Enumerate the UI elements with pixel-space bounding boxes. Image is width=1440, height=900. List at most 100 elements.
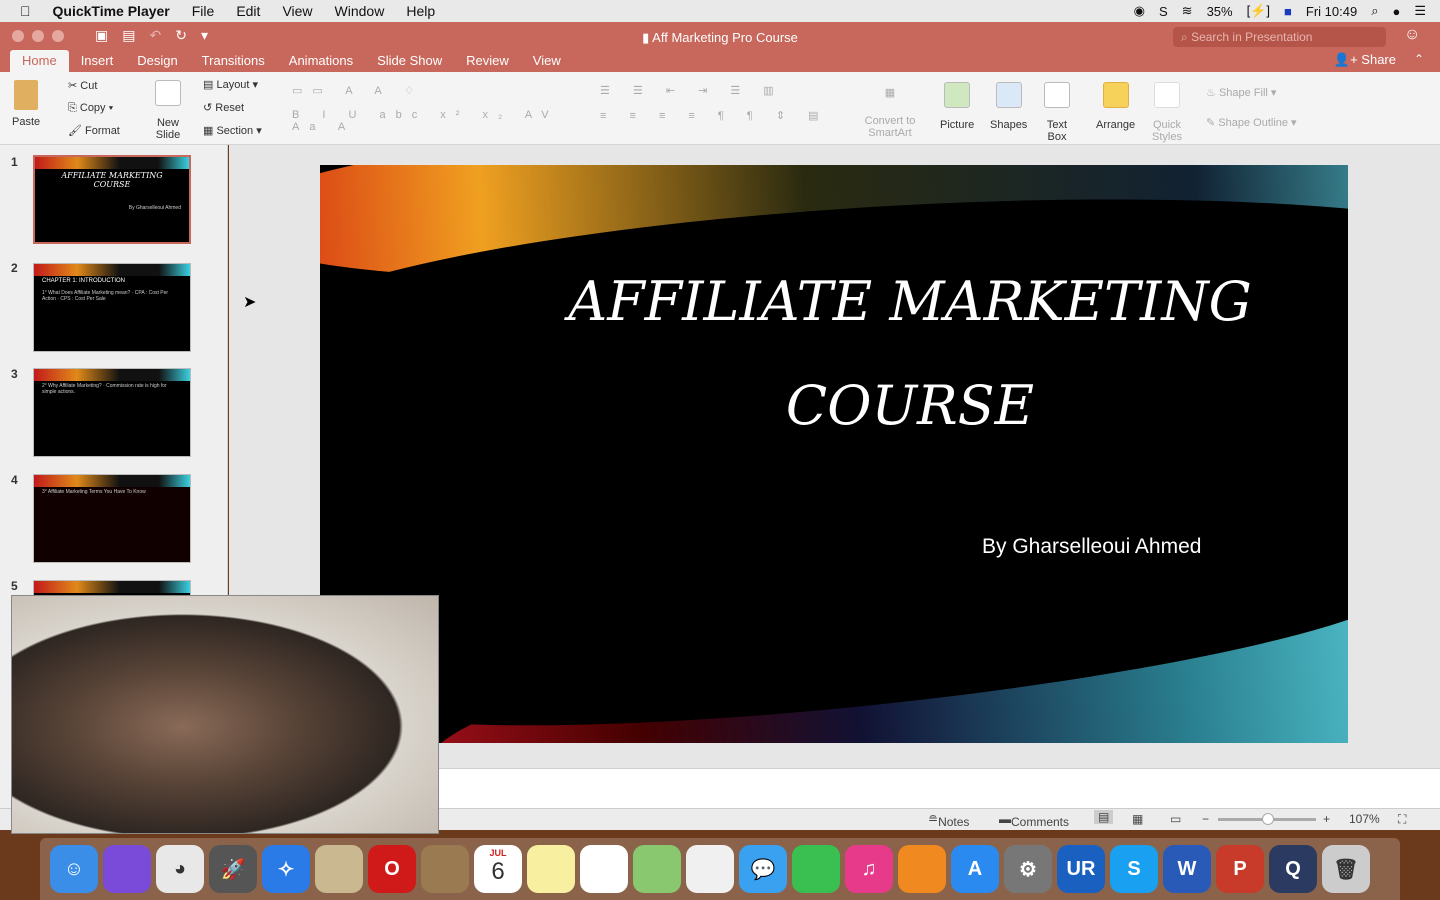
presenter-view-icon[interactable]: ▭ (1170, 812, 1181, 826)
zoom-slider-thumb[interactable] (1262, 813, 1274, 825)
new-slide-icon (155, 80, 181, 106)
paint-bucket-icon: ♨ (1206, 87, 1216, 99)
slide-thumbnail-3[interactable]: 2° Why Affiliate Marketing? · Commission… (33, 368, 191, 457)
picture-button[interactable]: Picture (940, 82, 974, 131)
format-painter-button[interactable]: 🖌 Format (68, 124, 120, 137)
layout-button[interactable]: ▤ Layout ▾ (203, 78, 258, 91)
dock-quicktime-icon[interactable]: Q (1269, 845, 1317, 893)
dock-calendar-icon[interactable]: JUL 6 (474, 845, 522, 893)
dock-siri-icon[interactable] (103, 845, 151, 893)
cut-button[interactable]: ✂ Cut (68, 79, 97, 92)
record-icon[interactable]: ◉ (1134, 3, 1145, 19)
thumb-sub: By Gharselleoui Ahmed (128, 205, 181, 211)
current-slide[interactable]: AFFILIATE MARKETING COURSE By Gharselleou… (320, 165, 1348, 743)
smartart-icon: ▦ (884, 87, 896, 99)
convert-smartart-button[interactable]: ▦ Convert to SmartArt (862, 86, 918, 139)
dock: ☺ ◕ 🚀 ✧ O JUL 6 💬 ♫ A ⚙ UR S W P Q 🗑 (40, 838, 1400, 900)
shape-fill-button[interactable]: ♨ Shape Fill ▾ (1206, 86, 1276, 99)
dock-word-icon[interactable]: W (1163, 845, 1211, 893)
skype-icon[interactable]: S (1159, 4, 1168, 19)
dock-powerpoint-icon[interactable]: P (1216, 845, 1264, 893)
slide-title[interactable]: AFFILIATE MARKETING COURSE (470, 250, 1348, 458)
wifi-icon[interactable]: ≋ (1182, 3, 1193, 19)
mouse-cursor-icon: ➤ (243, 294, 257, 311)
shapes-button[interactable]: Shapes (990, 82, 1027, 131)
zoom-out-button[interactable]: − (1202, 812, 1209, 826)
menu-app[interactable]: QuickTime Player (53, 3, 170, 19)
shape-outline-button[interactable]: ✎ Shape Outline ▾ (1206, 116, 1297, 129)
clipboard-icon (14, 80, 39, 110)
dock-facetime-icon[interactable] (792, 845, 840, 893)
slide-sorter-icon[interactable]: ▦ (1132, 812, 1143, 826)
zoom-in-button[interactable]: + (1323, 812, 1330, 826)
dock-notes-icon[interactable] (527, 845, 575, 893)
comments-button[interactable]: ▬ Comments (999, 812, 1069, 829)
slide-number: 5 (11, 579, 18, 593)
dock-ur-icon[interactable]: UR (1057, 845, 1105, 893)
menu-file[interactable]: File (192, 3, 215, 19)
copy-button[interactable]: ⎘ Copy ▾ (68, 102, 113, 115)
tab-home[interactable]: Home (10, 50, 69, 72)
dock-messages-icon[interactable]: 💬 (739, 845, 787, 893)
dock-mail-icon[interactable] (315, 845, 363, 893)
siri-icon[interactable]: ● (1392, 4, 1400, 19)
dock-app-store-icon[interactable]: A (951, 845, 999, 893)
slide-thumbnail-4[interactable]: 3° Affiliate Marketing Terms You Have To… (33, 474, 191, 563)
clock[interactable]: Fri 10:49 (1306, 4, 1357, 19)
dock-reminders-icon[interactable] (580, 845, 628, 893)
dock-chrome-icon[interactable]: ◕ (156, 845, 204, 893)
menu-view[interactable]: View (282, 3, 312, 19)
copy-icon: ⎘ (68, 102, 77, 114)
spotlight-icon[interactable]: ⌕ (1371, 3, 1378, 19)
tab-animations[interactable]: Animations (277, 50, 365, 72)
zoom-level[interactable]: 107% (1349, 812, 1380, 826)
menu-edit[interactable]: Edit (236, 3, 260, 19)
apple-icon[interactable]:  (20, 3, 31, 19)
tab-design[interactable]: Design (125, 50, 189, 72)
notification-center-icon[interactable]: ☰ (1414, 3, 1426, 19)
paragraph-controls[interactable]: ☰ ☰ ⇤ ⇥ ☰ ▥ ≡ ≡ ≡ ≡ ¶ ¶ ⇕ ▤ (600, 84, 850, 122)
notes-button[interactable]: ≘ Notes (928, 812, 969, 829)
battery-icon[interactable]: [⚡] (1247, 3, 1270, 19)
dock-photos-icon[interactable] (686, 845, 734, 893)
dock-notefile-icon[interactable] (421, 845, 469, 893)
share-button[interactable]: 👤+ Share (1334, 52, 1396, 68)
dock-maps-icon[interactable] (633, 845, 681, 893)
tab-transitions[interactable]: Transitions (190, 50, 277, 72)
search-input[interactable]: ⌕ Search in Presentation (1173, 27, 1386, 47)
dock-finder-icon[interactable]: ☺ (50, 845, 98, 893)
smiley-feedback-icon[interactable]: ☺ (1404, 26, 1420, 44)
tab-view[interactable]: View (521, 50, 573, 72)
normal-view-icon[interactable]: ▤ (1094, 810, 1114, 824)
font-controls[interactable]: ▭▭ A A ♢ B I U abc x² x₂ AV Aa A (292, 84, 592, 133)
text-box-button[interactable]: Text Box (1044, 82, 1070, 143)
tab-review[interactable]: Review (454, 50, 521, 72)
slide-thumbnail-2[interactable]: CHAPTER 1: INTRODUCTION 1° What Does Affi… (33, 263, 191, 352)
menu-help[interactable]: Help (406, 3, 435, 19)
new-slide-button[interactable]: New Slide (150, 80, 186, 141)
paste-button[interactable]: Paste (12, 80, 40, 128)
section-button[interactable]: ▦ Section ▾ (203, 124, 262, 137)
brush-icon: 🖌 (68, 125, 82, 137)
tab-insert[interactable]: Insert (69, 50, 126, 72)
quick-styles-icon (1154, 82, 1180, 108)
quick-styles-button[interactable]: Quick Styles (1150, 82, 1184, 143)
fit-to-window-icon[interactable]: ⛶ (1398, 812, 1406, 827)
dock-safari-icon[interactable]: ✧ (262, 845, 310, 893)
dock-skype-icon[interactable]: S (1110, 845, 1158, 893)
battery-percent[interactable]: 35% (1207, 4, 1233, 19)
slide-thumbnail-1[interactable]: AFFILIATE MARKETING COURSE By Gharselleou… (33, 155, 191, 244)
dock-launchpad-icon[interactable]: 🚀 (209, 845, 257, 893)
dock-itunes-icon[interactable]: ♫ (845, 845, 893, 893)
dock-system-preferences-icon[interactable]: ⚙ (1004, 845, 1052, 893)
slide-subtitle[interactable]: By Gharselleoui Ahmed (982, 535, 1201, 559)
collapse-ribbon-icon[interactable]: ⌃ (1414, 52, 1424, 66)
dock-trash-icon[interactable]: 🗑 (1322, 845, 1370, 893)
arrange-button[interactable]: Arrange (1096, 82, 1135, 131)
dock-opera-icon[interactable]: O (368, 845, 416, 893)
dock-ibooks-icon[interactable] (898, 845, 946, 893)
reset-button[interactable]: ↺ Reset (203, 101, 244, 114)
menu-window[interactable]: Window (335, 3, 385, 19)
tab-slide-show[interactable]: Slide Show (365, 50, 454, 72)
flag-icon[interactable]: ■ (1284, 4, 1292, 19)
